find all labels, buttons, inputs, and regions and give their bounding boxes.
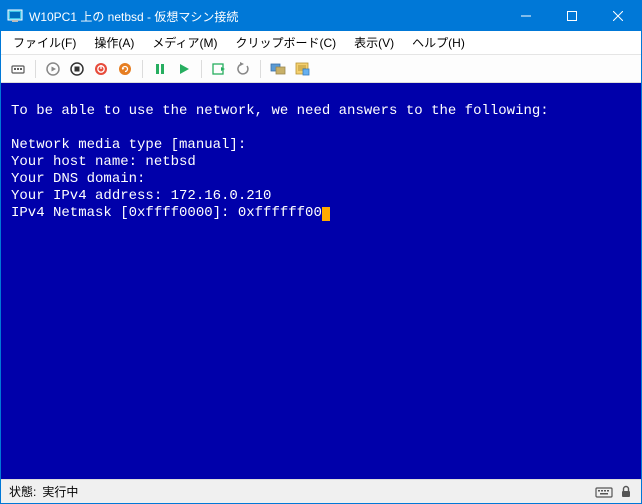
lock-icon [619,485,633,499]
menu-view[interactable]: 表示(V) [346,32,402,53]
menu-media[interactable]: メディア(M) [144,32,225,53]
separator [201,60,202,78]
revert-button[interactable] [232,58,254,80]
terminal-line: IPv4 Netmask [0xffff0000]: 0xffffff00 [11,205,322,221]
separator [35,60,36,78]
menu-file[interactable]: ファイル(F) [5,32,84,53]
minimize-button[interactable] [503,1,549,31]
close-button[interactable] [595,1,641,31]
terminal-line: Your DNS domain: [11,171,145,187]
terminal-line: To be able to use the network, we need a… [11,103,549,119]
keyboard-icon [595,485,613,499]
terminal-output: To be able to use the network, we need a… [11,103,631,222]
reset-button[interactable] [114,58,136,80]
checkpoint-button[interactable] [208,58,230,80]
app-icon [7,8,23,24]
menubar: ファイル(F) 操作(A) メディア(M) クリップボード(C) 表示(V) ヘ… [1,31,641,55]
separator [260,60,261,78]
share-button[interactable] [291,58,313,80]
status-label: 状態: [9,483,36,500]
titlebar[interactable]: W10PC1 上の netbsd - 仮想マシン接続 [1,1,641,31]
pause-button[interactable] [149,58,171,80]
terminal-line: Network media type [manual]: [11,137,246,153]
terminal-line: Your host name: netbsd [11,154,196,170]
maximize-button[interactable] [549,1,595,31]
menu-help[interactable]: ヘルプ(H) [404,32,473,53]
ctrl-alt-del-button[interactable] [7,58,29,80]
menu-action[interactable]: 操作(A) [86,32,142,53]
vm-display[interactable]: To be able to use the network, we need a… [1,83,641,479]
vm-connection-window: W10PC1 上の netbsd - 仮想マシン接続 ファイル(F) 操作(A)… [0,0,642,504]
cursor-icon [322,207,330,221]
turnoff-button[interactable] [66,58,88,80]
status-value: 実行中 [42,483,78,500]
statusbar: 状態: 実行中 [1,479,641,503]
shutdown-button[interactable] [90,58,112,80]
enhanced-session-button[interactable] [267,58,289,80]
window-title: W10PC1 上の netbsd - 仮想マシン接続 [29,8,503,25]
separator [142,60,143,78]
toolbar [1,55,641,83]
start-button[interactable] [42,58,64,80]
resume-button[interactable] [173,58,195,80]
terminal-line: Your IPv4 address: 172.16.0.210 [11,188,271,204]
menu-clipboard[interactable]: クリップボード(C) [227,32,344,53]
